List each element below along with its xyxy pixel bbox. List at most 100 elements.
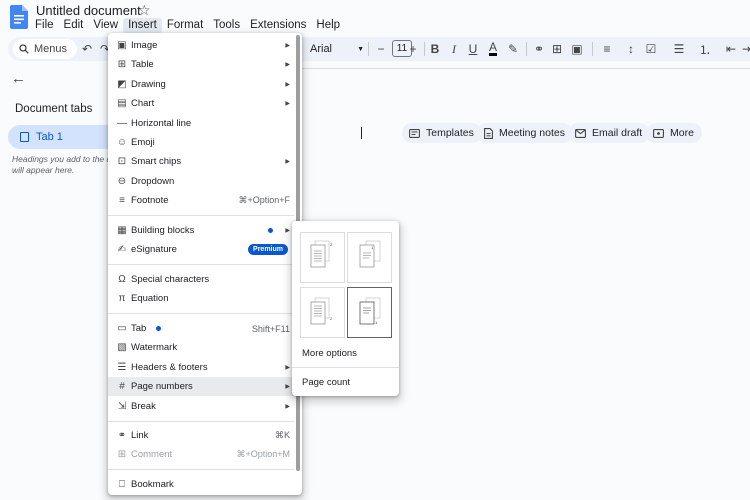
menu-file[interactable]: File bbox=[30, 18, 59, 33]
more-chip[interactable]: More bbox=[646, 123, 702, 143]
thumb-page-number: 2 bbox=[330, 316, 333, 321]
menu-item-headers-footers[interactable]: ☰ Headers & footers ▶ bbox=[108, 358, 294, 377]
align-icon[interactable]: ≡ bbox=[598, 40, 616, 58]
menu-item-emoji[interactable]: ☺ Emoji bbox=[108, 133, 294, 152]
menu-item-drawing[interactable]: ◩ Drawing ▶ bbox=[108, 75, 294, 94]
menu-item-comment: ⊞ Comment ⌘+Option+M bbox=[108, 445, 294, 464]
search-icon bbox=[19, 44, 29, 54]
menu-divider bbox=[108, 469, 294, 470]
text-color-icon[interactable]: A bbox=[484, 40, 502, 58]
menu-view[interactable]: View bbox=[88, 18, 123, 33]
line-spacing-icon[interactable]: ↕ bbox=[622, 40, 640, 58]
page-number-option-top-right[interactable]: 1 bbox=[347, 232, 392, 283]
page-number-option-bottom-right-skip-first[interactable]: 2 bbox=[300, 287, 345, 338]
template-icon bbox=[409, 128, 420, 138]
hash-icon: # bbox=[119, 381, 125, 392]
menu-help[interactable]: Help bbox=[311, 18, 345, 33]
menu-item-label: Tab bbox=[131, 323, 147, 334]
menu-item-table[interactable]: ⊞ Table ▶ bbox=[108, 55, 294, 74]
page-thumbnail-icon: 2 bbox=[310, 297, 333, 325]
bold-icon[interactable]: B bbox=[426, 40, 444, 58]
numbered-list-icon[interactable]: ⒈ bbox=[696, 40, 714, 58]
menu-item-label: Link bbox=[131, 430, 149, 441]
menu-item-link[interactable]: ⚭ Link ⌘K bbox=[108, 426, 294, 445]
menu-item-label: Table bbox=[131, 59, 154, 70]
document-title[interactable]: Untitled document bbox=[36, 3, 141, 18]
increase-indent-icon[interactable]: ⇥ bbox=[738, 40, 750, 58]
sidebar-tab-1[interactable]: Tab 1 bbox=[8, 125, 118, 149]
menu-item-equation[interactable]: π Equation bbox=[108, 289, 294, 308]
menu-item-chart[interactable]: ▤ Chart ▶ bbox=[108, 94, 294, 113]
increase-font-size-icon[interactable]: + bbox=[404, 40, 422, 58]
menu-format[interactable]: Format bbox=[162, 18, 208, 33]
menu-item-watermark[interactable]: ▧ Watermark bbox=[108, 338, 294, 357]
menu-item-footnote[interactable]: ≡ Footnote ⌘+Option+F bbox=[108, 191, 294, 210]
menu-item-building-blocks[interactable]: ▦ Building blocks ▶ bbox=[108, 221, 294, 240]
headings-hint-line1: Headings you add to the do bbox=[12, 154, 112, 164]
menu-item-label: Smart chips bbox=[131, 156, 182, 167]
menu-item-dropdown[interactable]: ⊖ Dropdown bbox=[108, 172, 294, 191]
font-family-select[interactable]: Arial ▼ bbox=[308, 40, 364, 58]
menu-item-tab[interactable]: ▭ Tab Shift+F11 bbox=[108, 319, 294, 338]
shortcut-label: ⌘K bbox=[274, 430, 290, 440]
page-number-option-top-right-skip-first[interactable]: 2 bbox=[300, 232, 345, 283]
bulleted-list-icon[interactable]: ☰ bbox=[670, 40, 688, 58]
email-icon bbox=[575, 128, 586, 138]
image-icon: ▣ bbox=[117, 40, 127, 51]
shortcut-label: ⌘+Option+M bbox=[236, 449, 290, 459]
page-count-item[interactable]: Page count bbox=[302, 377, 350, 388]
toolbar-divider bbox=[526, 42, 527, 56]
menu-item-label: Comment bbox=[131, 449, 173, 460]
building-blocks-icon: ▦ bbox=[117, 225, 127, 236]
star-icon[interactable]: ☆ bbox=[138, 2, 151, 19]
checklist-icon[interactable]: ☑ bbox=[642, 40, 660, 58]
add-comment-icon[interactable]: ⊞ bbox=[548, 40, 566, 58]
ruler-divider bbox=[300, 68, 750, 69]
menu-item-break[interactable]: ⇲ Break ▶ bbox=[108, 397, 294, 416]
emoji-icon: ☺ bbox=[116, 137, 128, 148]
menu-item-label: Headers & footers bbox=[131, 362, 208, 373]
menu-item-smart-chips[interactable]: ⊡ Smart chips ▶ bbox=[108, 152, 294, 171]
menu-divider bbox=[108, 215, 294, 216]
insert-image-icon[interactable]: ▣ bbox=[568, 40, 586, 58]
italic-icon[interactable]: I bbox=[445, 40, 463, 58]
menu-divider bbox=[108, 313, 294, 314]
menu-tools[interactable]: Tools bbox=[208, 18, 245, 33]
menu-item-horizontal-line[interactable]: — Horizontal line bbox=[108, 114, 294, 133]
horizontal-line-icon: — bbox=[117, 118, 127, 129]
menu-extensions[interactable]: Extensions bbox=[245, 18, 311, 33]
back-arrow-icon[interactable]: ← bbox=[11, 70, 26, 87]
more-icon bbox=[653, 128, 664, 138]
menu-item-special-characters[interactable]: Ω Special characters bbox=[108, 270, 294, 289]
menu-item-image[interactable]: ▣ Image ▶ bbox=[108, 36, 294, 55]
link-icon[interactable]: ⚭ bbox=[530, 40, 548, 58]
menu-item-bookmark[interactable]: ⎕ Bookmark bbox=[108, 475, 294, 494]
menu-item-label: Bookmark bbox=[131, 479, 174, 490]
undo-icon[interactable]: ↶ bbox=[78, 40, 96, 58]
submenu-arrow-icon: ▶ bbox=[285, 101, 290, 107]
menu-item-page-numbers[interactable]: # Page numbers ▶ bbox=[108, 377, 294, 396]
esignature-icon: ✍ bbox=[117, 244, 127, 255]
headings-hint: Headings you add to the do will appear h… bbox=[12, 154, 112, 176]
submenu-arrow-icon: ▶ bbox=[285, 365, 290, 371]
menu-bar: File Edit View Insert Format Tools Exten… bbox=[30, 18, 345, 33]
menu-item-label: Drawing bbox=[131, 79, 166, 90]
tab-icon bbox=[20, 132, 29, 142]
headers-footers-icon: ☰ bbox=[117, 362, 127, 373]
menu-item-esignature[interactable]: ✍ eSignature Premium bbox=[108, 240, 294, 259]
submenu-arrow-icon: ▶ bbox=[285, 82, 290, 88]
docs-logo-icon[interactable] bbox=[10, 5, 28, 29]
menu-edit[interactable]: Edit bbox=[59, 18, 89, 33]
search-menus-button[interactable]: Menus bbox=[13, 39, 77, 59]
meeting-notes-chip[interactable]: Meeting notes bbox=[477, 123, 573, 143]
chevron-down-icon: ▼ bbox=[357, 45, 364, 53]
menu-insert[interactable]: Insert bbox=[123, 18, 162, 33]
highlight-icon[interactable]: ✎ bbox=[504, 40, 522, 58]
templates-chip[interactable]: Templates bbox=[402, 123, 482, 143]
underline-icon[interactable]: U bbox=[464, 40, 482, 58]
page-number-option-bottom-right[interactable]: 1 bbox=[347, 287, 392, 338]
email-draft-chip[interactable]: Email draft bbox=[568, 123, 651, 143]
decrease-font-size-icon[interactable]: − bbox=[372, 40, 390, 58]
menu-item-label: Emoji bbox=[131, 137, 155, 148]
more-options-item[interactable]: More options bbox=[302, 348, 357, 359]
